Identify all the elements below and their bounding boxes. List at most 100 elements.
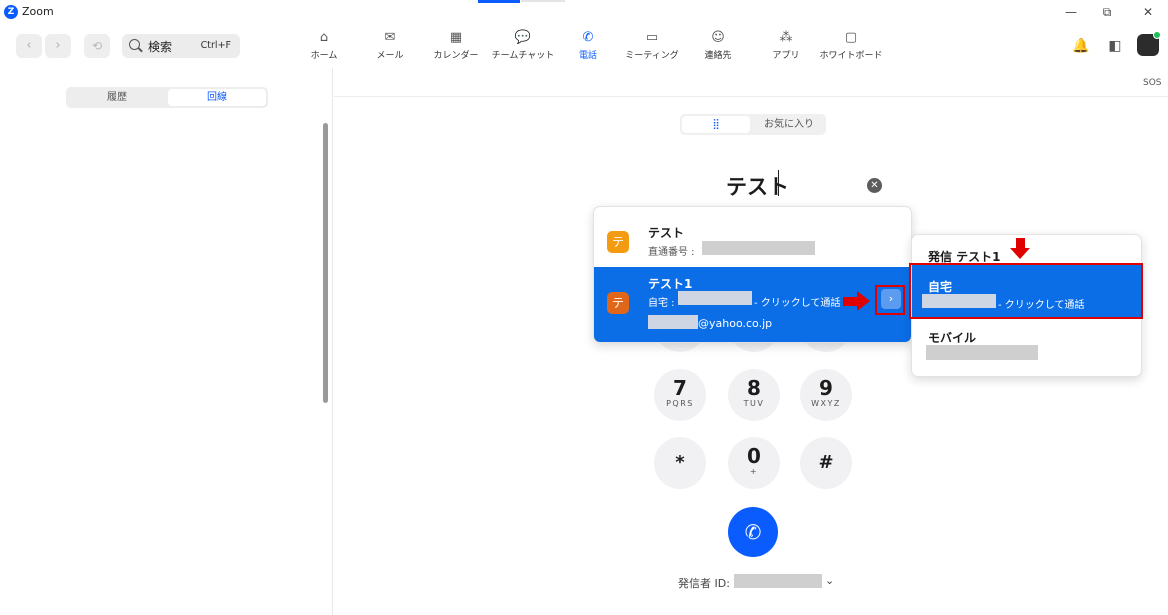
app-title: Zoom (22, 5, 54, 18)
nav-label: ホーム (310, 51, 338, 61)
nav-calendar[interactable]: ▦ カレンダー (430, 30, 482, 64)
key-digit: 0 (747, 444, 761, 468)
caller-id-redacted-value[interactable] (734, 574, 822, 588)
search-box[interactable]: 検索 Ctrl+F (122, 34, 240, 58)
keypad-key-8[interactable]: 8 TUV (728, 369, 780, 421)
left-scrollbar[interactable] (323, 123, 328, 403)
contact-email: @yahoo.co.jp (698, 317, 773, 330)
phone-icon: ✆ (582, 30, 594, 45)
redacted-email-user (648, 315, 698, 329)
nav-label: ミーティング (625, 51, 679, 61)
submenu-item-mobile[interactable]: モバイル (928, 329, 976, 346)
chevron-down-icon[interactable]: ⌄ (825, 574, 834, 587)
redacted-number (702, 241, 815, 255)
left-panel: 履歴 回線 (0, 68, 333, 615)
sos-button[interactable]: SOS (1143, 78, 1162, 88)
contact-number-label: 自宅 : (648, 298, 675, 309)
redacted-number (678, 291, 752, 305)
tab-favorites[interactable]: お気に入り (754, 116, 824, 133)
contact-avatar-badge: テ (607, 231, 629, 253)
key-digit: 7 (673, 376, 687, 400)
right-header (334, 68, 1168, 97)
contact-suggestions-dropdown: テ テスト 直通番号 : テ テスト1 自宅 : - クリックして通話 @yah… (593, 206, 912, 343)
keypad-key-0[interactable]: 0 + (728, 437, 780, 489)
contact-avatar-badge: テ (607, 292, 629, 314)
video-icon: ▭ (645, 30, 659, 45)
tab-lines[interactable]: 回線 (168, 89, 266, 106)
chat-icon: 💬 (514, 30, 532, 45)
nav-home[interactable]: ⌂ ホーム (304, 30, 344, 64)
key-letters: PQRS (666, 399, 694, 408)
zoom-logo-icon: Z (4, 5, 18, 19)
keypad-key-7[interactable]: 7 PQRS (654, 369, 706, 421)
annotation-arrow-right-head (857, 291, 870, 311)
mail-icon: ✉ (384, 30, 396, 45)
top-tab-indicator (478, 0, 520, 3)
nav-mail[interactable]: ✉ メール (370, 30, 410, 64)
nav-label: 連絡先 (704, 51, 732, 61)
zoom-window: Z Zoom — ⧉ ✕ ‹ › ⟲ 検索 Ctrl+F ⌂ ホーム ✉ メール… (0, 0, 1168, 615)
key-digit: # (818, 452, 834, 473)
key-digit: 9 (819, 376, 833, 400)
redacted-number (926, 345, 1038, 360)
keypad-key-star[interactable]: * (654, 437, 706, 489)
nav-whiteboard[interactable]: ▢ ホワイトボード (818, 30, 884, 64)
key-letters: + (749, 467, 759, 476)
presence-status-dot (1153, 31, 1161, 39)
keypad-key-9[interactable]: 9 WXYZ (800, 369, 852, 421)
nav-label: カレンダー (433, 51, 479, 61)
nav-label: 電話 (578, 51, 597, 61)
panel-toggle-icon[interactable]: ◧ (1104, 34, 1126, 58)
annotation-highlight-box (909, 263, 1143, 319)
tab-keypad[interactable]: ⣿ (682, 116, 750, 133)
click-to-call-text: - クリックして通話 (754, 298, 841, 309)
annotation-arrow-down-head (1010, 248, 1030, 259)
forward-button[interactable]: › (45, 34, 71, 58)
text-caret (778, 170, 779, 196)
nav-label: チームチャット (491, 51, 555, 61)
clear-input-button[interactable]: ✕ (867, 178, 882, 193)
apps-icon: ⁂ (779, 30, 793, 45)
tab-history[interactable]: 履歴 (68, 89, 166, 106)
nav-label: ホワイトボード (819, 51, 883, 61)
key-letters: TUV (743, 399, 765, 408)
annotation-arrow-right (843, 297, 858, 306)
keypad-key-hash[interactable]: # (800, 437, 852, 489)
restore-button[interactable]: ⧉ (1099, 4, 1115, 20)
home-icon: ⌂ (319, 30, 329, 45)
search-shortcut: Ctrl+F (200, 40, 231, 51)
nav-meetings[interactable]: ▭ ミーティング (622, 30, 682, 64)
keypad-icon: ⣿ (712, 119, 720, 130)
annotation-highlight-box (875, 285, 905, 315)
close-button[interactable]: ✕ (1140, 4, 1156, 20)
contact-name: テスト (648, 226, 685, 240)
dial-input[interactable]: テスト (726, 171, 789, 201)
caller-id-label: 発信者 ID: (678, 577, 730, 590)
bell-icon[interactable]: 🔔 (1070, 34, 1092, 58)
nav-label: アプリ (772, 51, 800, 61)
nav-team-chat[interactable]: 💬 チームチャット (490, 30, 556, 64)
call-button[interactable]: ✆ (728, 507, 778, 557)
whiteboard-icon: ▢ (844, 30, 858, 45)
phone-icon: ✆ (744, 520, 762, 544)
calendar-icon: ▦ (449, 30, 463, 45)
contacts-icon: ☺ (711, 30, 725, 45)
nav-phone[interactable]: ✆ 電話 (570, 30, 606, 64)
contact-number-label: 直通番号 : (648, 247, 695, 258)
minimize-button[interactable]: — (1063, 4, 1079, 20)
suggestion-row[interactable]: テ テスト 直通番号 : (594, 207, 911, 267)
dialpad-tabs: ⣿ お気に入り (680, 114, 826, 135)
search-icon (129, 39, 140, 50)
key-digit: * (675, 452, 685, 473)
title-bar: Z Zoom — ⧉ ✕ (0, 0, 1168, 24)
key-letters: WXYZ (811, 399, 841, 408)
search-label: 検索 (148, 40, 173, 54)
main-toolbar: ‹ › ⟲ 検索 Ctrl+F ⌂ ホーム ✉ メール ▦ カレンダー 💬 チー… (0, 24, 1168, 68)
nav-label: メール (376, 51, 404, 61)
history-button[interactable]: ⟲ (84, 34, 110, 58)
top-tab-indicator-secondary (521, 0, 565, 2)
back-button[interactable]: ‹ (16, 34, 42, 58)
nav-contacts[interactable]: ☺ 連絡先 (698, 30, 738, 64)
history-lines-tabs: 履歴 回線 (66, 87, 268, 108)
nav-apps[interactable]: ⁂ アプリ (766, 30, 806, 64)
